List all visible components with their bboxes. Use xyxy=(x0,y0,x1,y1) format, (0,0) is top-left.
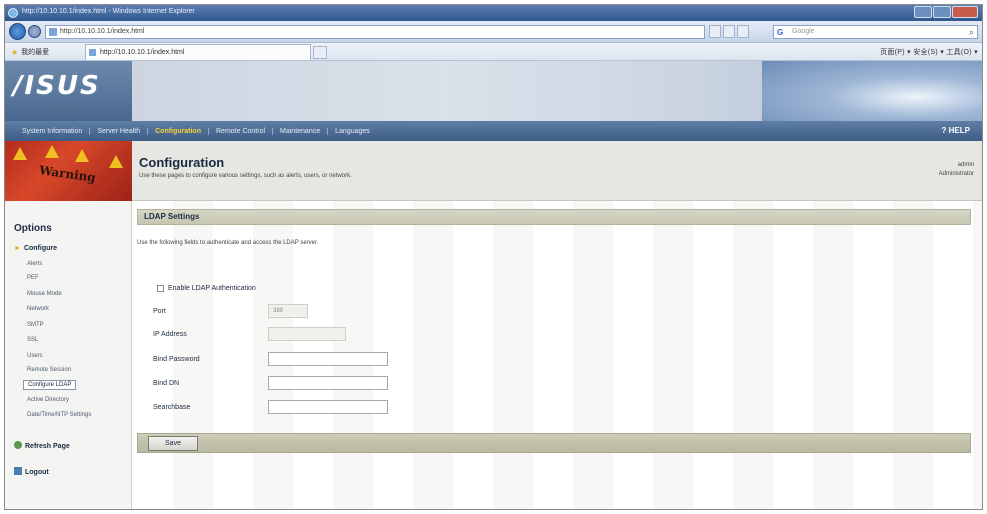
nav-configuration[interactable]: Configuration xyxy=(148,127,209,135)
title-bar: http://10.10.10.1/index.html - Windows I… xyxy=(5,5,982,21)
google-icon: G xyxy=(777,28,784,37)
star-icon: ★ xyxy=(11,47,19,57)
nav-remote-control[interactable]: Remote Control xyxy=(209,127,274,135)
browser-window: http://10.10.10.1/index.html - Windows I… xyxy=(4,4,983,510)
close-button[interactable] xyxy=(952,6,978,18)
logout-icon xyxy=(14,467,22,475)
sidebar-item-users[interactable]: Users xyxy=(27,353,43,359)
nav-languages[interactable]: Languages xyxy=(328,128,377,135)
nav-server-health[interactable]: Server Health xyxy=(90,127,149,135)
bind-dn-label: Bind DN xyxy=(153,380,180,387)
window-title: http://10.10.10.1/index.html - Windows I… xyxy=(22,8,195,15)
nav-system-information[interactable]: System Information xyxy=(15,127,91,135)
refresh-icon[interactable] xyxy=(723,25,735,38)
main-nav: System Information Server Health Configu… xyxy=(5,121,982,141)
page-icon xyxy=(49,28,57,36)
save-button[interactable]: Save xyxy=(148,436,198,451)
warning-icon xyxy=(45,145,59,158)
section-header: LDAP Settings xyxy=(137,209,971,225)
enable-ldap-row: Enable LDAP Authentication xyxy=(157,285,256,292)
enable-ldap-checkbox[interactable] xyxy=(157,285,164,292)
command-bar[interactable]: 页面(P) ▾ 安全(S) ▾ 工具(O) ▾ xyxy=(880,47,978,57)
user-name: admin xyxy=(957,162,974,168)
sidebar-item-network[interactable]: Network xyxy=(27,306,49,312)
searchbase-field[interactable] xyxy=(268,400,388,414)
searchbase-label: Searchbase xyxy=(153,404,191,411)
window-controls xyxy=(914,6,978,18)
sidebar: Options ► Configure Alerts PEF Mouse Mode… xyxy=(5,201,132,509)
stop-icon[interactable] xyxy=(737,25,749,38)
warning-image: Warning xyxy=(5,141,132,201)
address-bar-row: http://10.10.10.1/index.html G Google ⌕ xyxy=(5,21,982,43)
sidebar-item-date-time[interactable]: Date/Time/NTP Settings xyxy=(27,412,91,418)
warning-text: Warning xyxy=(38,163,97,185)
sidebar-item-alerts[interactable]: Alerts xyxy=(27,261,42,267)
sidebar-item-ssl[interactable]: SSL xyxy=(27,337,38,343)
refresh-icon xyxy=(14,441,22,449)
url-text: http://10.10.10.1/index.html xyxy=(60,28,145,35)
ip-address-field[interactable] xyxy=(268,327,346,341)
sidebar-category-configure[interactable]: ► Configure xyxy=(14,245,57,252)
header-decoration xyxy=(762,61,982,121)
new-tab-button[interactable] xyxy=(313,46,327,59)
forward-button[interactable] xyxy=(28,25,41,38)
maximize-button[interactable] xyxy=(933,6,951,18)
save-bar: Save xyxy=(137,433,971,453)
user-info: admin Administrator xyxy=(939,161,974,179)
page-banner: Warning Configuration Use these pages to… xyxy=(5,141,982,201)
favorites-bar: ★ 我的最爱 http://10.10.10.1/index.html 页面(P… xyxy=(5,43,982,61)
tab-page-icon xyxy=(89,49,96,56)
sidebar-item-remote-session[interactable]: Remote Session xyxy=(27,367,71,373)
sidebar-item-active-directory[interactable]: Active Directory xyxy=(27,397,69,403)
refresh-label: Refresh Page xyxy=(25,443,70,450)
warning-icon xyxy=(75,149,89,162)
logout-label: Logout xyxy=(25,469,49,476)
user-role: Administrator xyxy=(938,171,974,177)
page-title: Configuration xyxy=(139,155,225,170)
refresh-page-link[interactable]: Refresh Page xyxy=(14,441,70,450)
bind-password-field[interactable] xyxy=(268,352,388,366)
enable-ldap-label: Enable LDAP Authentication xyxy=(168,285,256,292)
nav-maintenance[interactable]: Maintenance xyxy=(273,127,329,135)
minimize-button[interactable] xyxy=(914,6,932,18)
bind-dn-field[interactable] xyxy=(268,376,388,390)
sidebar-item-smtp[interactable]: SMTP xyxy=(27,322,44,328)
sidebar-item-mouse-mode[interactable]: Mouse Mode xyxy=(27,291,62,297)
tab-title: http://10.10.10.1/index.html xyxy=(100,49,185,56)
port-field[interactable]: 389 xyxy=(268,304,308,318)
ie-icon xyxy=(8,8,18,18)
url-field[interactable]: http://10.10.10.1/index.html xyxy=(45,25,705,39)
sidebar-item-pef[interactable]: PEF xyxy=(27,275,39,281)
search-input[interactable]: G Google ⌕ xyxy=(773,25,978,39)
arrow-right-icon: ► xyxy=(14,245,21,252)
search-placeholder: Google xyxy=(792,28,815,35)
sidebar-title: Options xyxy=(14,223,52,234)
ip-address-label: IP Address xyxy=(153,331,187,338)
favorites-button[interactable]: ★ 我的最爱 xyxy=(11,47,49,57)
app-header: /ISUS ASMB5-iKVM xyxy=(5,61,982,121)
sidebar-item-configure-ldap[interactable]: Configure LDAP xyxy=(23,380,77,390)
sidebar-category-label: Configure xyxy=(23,245,57,252)
back-button[interactable] xyxy=(9,23,26,40)
main-content: LDAP Settings Use the following fields t… xyxy=(133,201,982,509)
dropdown-icon[interactable] xyxy=(709,25,721,38)
browser-tab[interactable]: http://10.10.10.1/index.html xyxy=(85,44,311,60)
asus-logo: /ISUS xyxy=(13,71,101,101)
logo-subtitle: ASMB5-iKVM xyxy=(43,105,85,111)
port-label: Port xyxy=(153,308,166,315)
page-description: Use these pages to configure various set… xyxy=(139,173,352,179)
warning-icon xyxy=(109,155,123,168)
section-intro: Use the following fields to authenticate… xyxy=(137,240,319,246)
nav-icons xyxy=(709,25,749,38)
search-icon[interactable]: ⌕ xyxy=(969,27,974,37)
bind-password-label: Bind Password xyxy=(153,356,200,363)
logout-link[interactable]: Logout xyxy=(14,467,49,476)
favorites-label: 我的最爱 xyxy=(21,49,50,56)
help-button[interactable]: ? HELP xyxy=(942,126,970,135)
warning-icon xyxy=(13,147,27,160)
